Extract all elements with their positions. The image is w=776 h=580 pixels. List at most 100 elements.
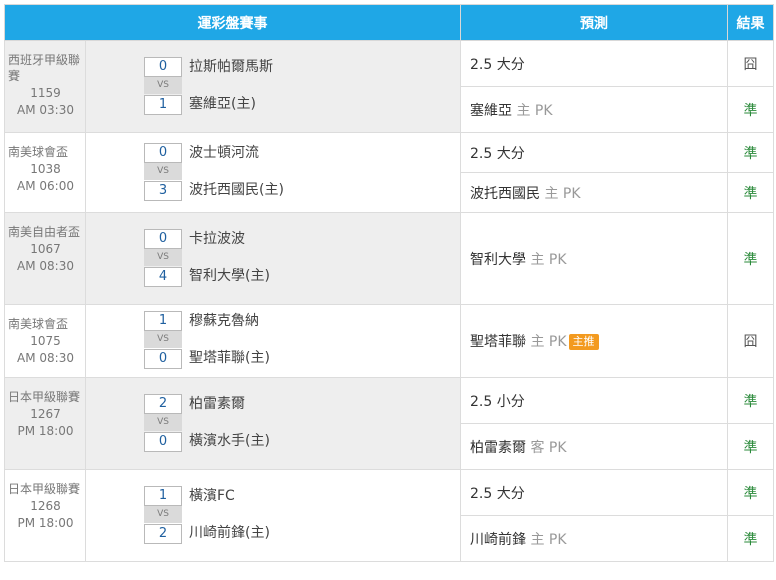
result-mark: 準 <box>743 185 758 202</box>
match-cell: 0 VS 1 拉斯帕爾馬斯 塞維亞(主) <box>85 40 461 133</box>
game-code: 1038 <box>30 162 61 176</box>
game-code: 1267 <box>30 407 61 421</box>
match-box: 2 VS 0 柏雷素爾 橫濱水手(主) <box>144 393 294 454</box>
result-cell: 準 <box>727 172 774 213</box>
game-code: 1159 <box>30 86 61 100</box>
team-b-name[interactable]: 塞維亞(主) <box>189 95 256 113</box>
prediction-results-panel: 運彩盤賽事 預測 結果 西班牙甲級聯賽 1159 AM 03:30 0 VS 1… <box>4 4 774 562</box>
team-b-name[interactable]: 智利大學(主) <box>189 267 270 285</box>
result-mark: 準 <box>743 439 758 456</box>
match-cell: 1 VS 2 橫濱FC 川崎前鋒(主) <box>85 469 461 562</box>
prediction-cell: 智利大學 主 PK <box>460 212 728 305</box>
result-cell: 囧 <box>727 40 774 87</box>
prediction-main: 2.5 小分 <box>470 393 525 410</box>
match-cell: 0 VS 4 卡拉波波 智利大學(主) <box>85 212 461 305</box>
team-b-score: 0 <box>144 349 182 369</box>
game-row: 日本甲級聯賽 1267 PM 18:00 2 VS 0 柏雷素爾 橫濱水手(主)… <box>4 377 774 470</box>
prediction-cell: 2.5 大分 <box>460 132 728 173</box>
header-prediction: 預測 <box>460 4 728 41</box>
prediction-cell: 波托西國民 主 PK <box>460 172 728 213</box>
vs-label: VS <box>144 331 182 348</box>
result-mark: 準 <box>743 485 758 502</box>
result-cell: 準 <box>727 377 774 424</box>
game-time: AM 08:30 <box>17 351 74 365</box>
team-b-name[interactable]: 橫濱水手(主) <box>189 432 270 450</box>
team-a-name[interactable]: 波士頓河流 <box>189 144 259 162</box>
vs-label: VS <box>144 248 182 266</box>
match-cell: 0 VS 3 波士頓河流 波托西國民(主) <box>85 132 461 213</box>
league-name: 南美自由者盃 <box>8 225 81 239</box>
vs-label: VS <box>144 162 182 180</box>
result-cell: 準 <box>727 515 774 562</box>
team-a-name[interactable]: 卡拉波波 <box>189 230 245 248</box>
team-b-score: 1 <box>144 94 182 115</box>
team-b-score: 0 <box>144 431 182 452</box>
match-box: 0 VS 1 拉斯帕爾馬斯 塞維亞(主) <box>144 56 294 117</box>
games-body: 西班牙甲級聯賽 1159 AM 03:30 0 VS 1 拉斯帕爾馬斯 塞維亞(… <box>4 40 774 562</box>
prediction-main: 塞維亞 <box>470 102 512 119</box>
prediction-results-table: 運彩盤賽事 預測 結果 西班牙甲級聯賽 1159 AM 03:30 0 VS 1… <box>4 4 774 562</box>
result-cell: 準 <box>727 469 774 516</box>
team-b-score: 3 <box>144 180 182 201</box>
vs-label: VS <box>144 505 182 523</box>
prediction-side: 主 PK <box>530 531 567 548</box>
league-cell: 日本甲級聯賽 1267 PM 18:00 <box>4 377 86 470</box>
league-cell: 南美球會盃 1075 AM 08:30 <box>4 304 86 378</box>
result-cell: 準 <box>727 423 774 470</box>
game-time: AM 08:30 <box>17 259 74 273</box>
prediction-main: 2.5 大分 <box>470 56 525 73</box>
prediction-cell: 2.5 大分 <box>460 40 728 87</box>
result-mark: 準 <box>743 393 758 410</box>
result-mark: 準 <box>743 102 758 119</box>
header-event: 運彩盤賽事 <box>4 4 461 41</box>
team-b-score: 4 <box>144 266 182 287</box>
result-cell: 準 <box>727 86 774 133</box>
game-time: AM 06:00 <box>17 179 74 193</box>
result-mark: 準 <box>743 251 758 268</box>
prediction-cell: 塞維亞 主 PK <box>460 86 728 133</box>
result-cell: 囧 <box>727 304 774 378</box>
game-code: 1075 <box>30 334 61 348</box>
match-cell: 1 VS 0 穆蘇克魯納 聖塔菲聯(主) <box>85 304 461 378</box>
game-row: 日本甲級聯賽 1268 PM 18:00 1 VS 2 橫濱FC 川崎前鋒(主)… <box>4 469 774 562</box>
team-a-name[interactable]: 穆蘇克魯納 <box>189 312 259 330</box>
result-mark: 準 <box>743 145 758 162</box>
league-name: 日本甲級聯賽 <box>8 482 81 496</box>
team-a-score: 0 <box>144 56 182 77</box>
league-name: 西班牙甲級聯賽 <box>8 53 81 83</box>
game-row: 南美球會盃 1038 AM 06:00 0 VS 3 波士頓河流 波托西國民(主… <box>4 132 774 213</box>
league-cell: 南美球會盃 1038 AM 06:00 <box>4 132 86 213</box>
team-a-score: 1 <box>144 485 182 506</box>
game-code: 1268 <box>30 499 61 513</box>
league-name: 日本甲級聯賽 <box>8 390 81 404</box>
result-cell: 準 <box>727 132 774 173</box>
vs-label: VS <box>144 413 182 431</box>
team-a-score: 0 <box>144 228 182 249</box>
prediction-main: 2.5 大分 <box>470 145 525 162</box>
team-a-score: 2 <box>144 393 182 414</box>
game-row: 南美自由者盃 1067 AM 08:30 0 VS 4 卡拉波波 智利大學(主)… <box>4 212 774 305</box>
prediction-side: 主 PK <box>544 185 581 202</box>
match-box: 1 VS 2 橫濱FC 川崎前鋒(主) <box>144 485 294 546</box>
team-b-name[interactable]: 川崎前鋒(主) <box>189 524 270 542</box>
league-cell: 南美自由者盃 1067 AM 08:30 <box>4 212 86 305</box>
prediction-cell: 2.5 大分 <box>460 469 728 516</box>
match-box: 1 VS 0 穆蘇克魯納 聖塔菲聯(主) <box>144 311 294 371</box>
league-cell: 日本甲級聯賽 1268 PM 18:00 <box>4 469 86 562</box>
prediction-side: 主 PK <box>516 102 553 119</box>
team-a-score: 0 <box>144 142 182 163</box>
prediction-cell: 聖塔菲聯 主 PK 主推 <box>460 304 728 378</box>
team-b-name[interactable]: 波托西國民(主) <box>189 181 284 199</box>
league-name: 南美球會盃 <box>8 145 69 159</box>
prediction-cell: 柏雷素爾 客 PK <box>460 423 728 470</box>
team-a-name[interactable]: 柏雷素爾 <box>189 395 245 413</box>
prediction-cell: 川崎前鋒 主 PK <box>460 515 728 562</box>
result-mark: 囧 <box>743 334 758 350</box>
team-a-name[interactable]: 拉斯帕爾馬斯 <box>189 58 273 76</box>
match-cell: 2 VS 0 柏雷素爾 橫濱水手(主) <box>85 377 461 470</box>
prediction-side: 主 PK <box>530 251 567 268</box>
league-name: 南美球會盃 <box>8 317 69 331</box>
team-b-name[interactable]: 聖塔菲聯(主) <box>189 349 270 367</box>
prediction-cell: 2.5 小分 <box>460 377 728 424</box>
team-a-name[interactable]: 橫濱FC <box>189 487 235 505</box>
